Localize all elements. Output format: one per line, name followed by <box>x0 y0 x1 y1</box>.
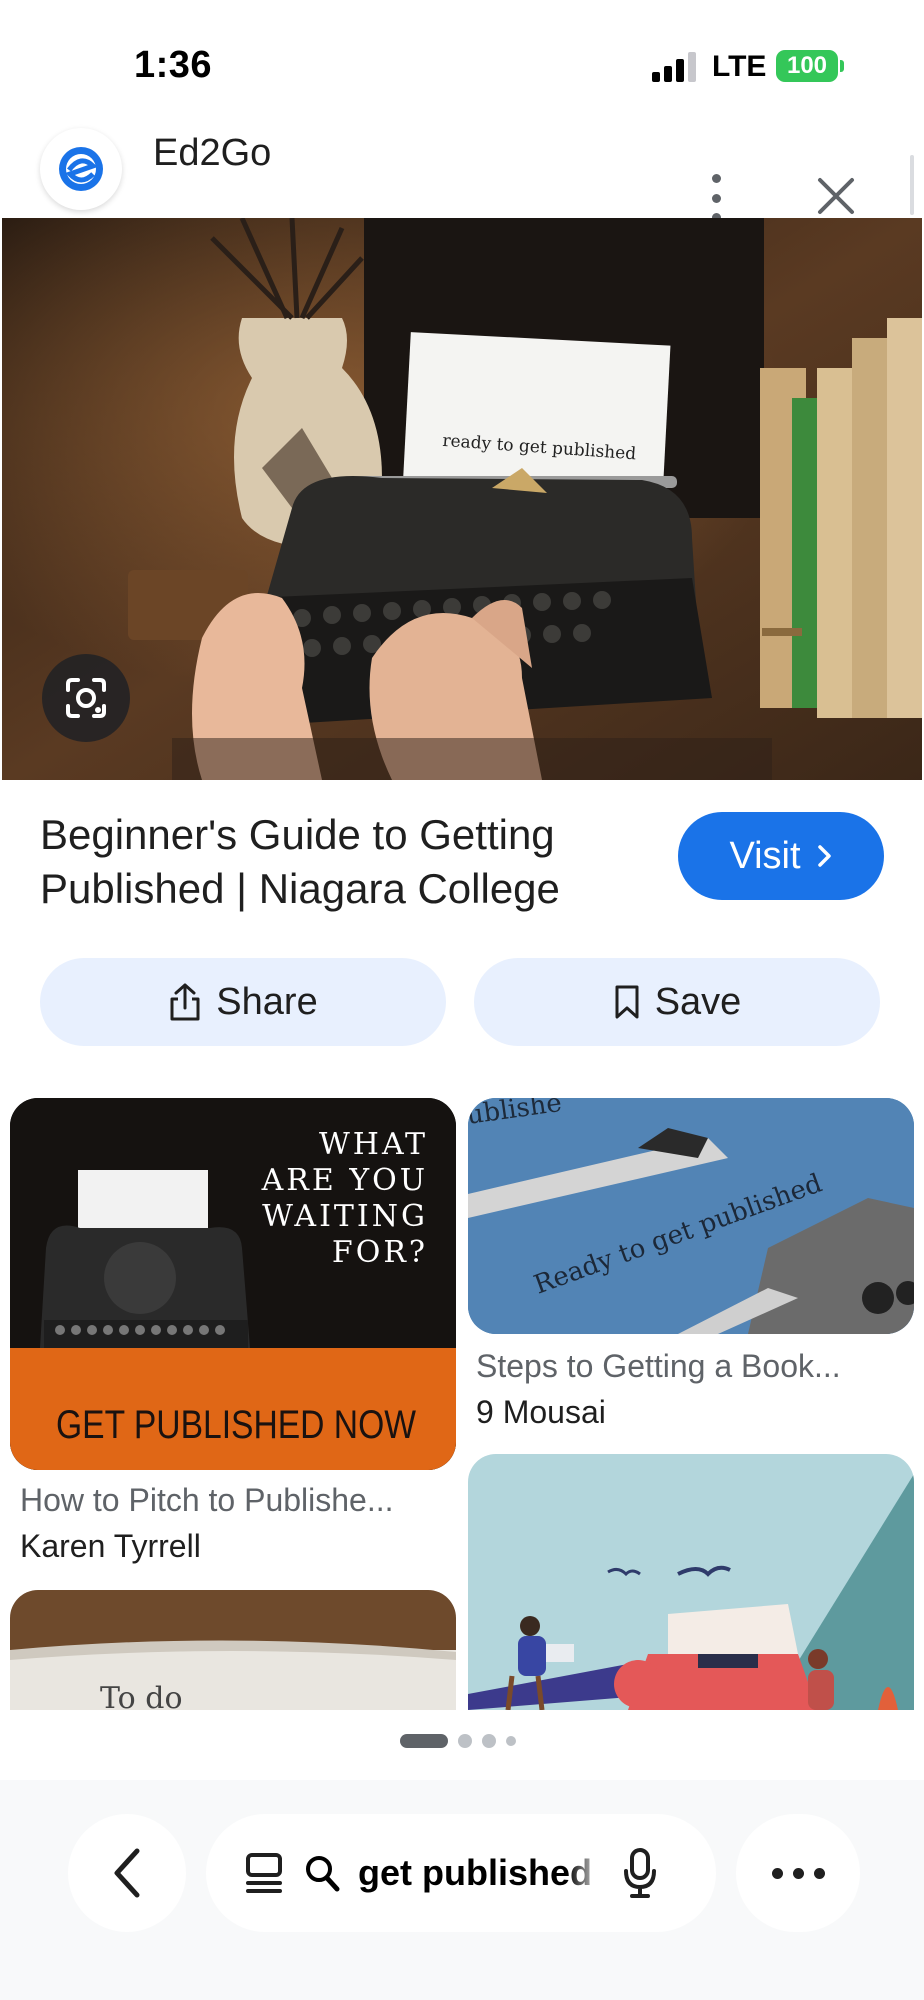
ed2go-logo-icon[interactable] <box>40 128 122 210</box>
poster-line-2: ARE YOU <box>261 1163 428 1198</box>
share-button[interactable]: Share <box>40 958 446 1046</box>
save-button[interactable]: Save <box>474 958 880 1046</box>
page-dot-active[interactable] <box>400 1734 448 1748</box>
battery-indicator: 100 <box>776 50 838 82</box>
poster-line-1: WHAT <box>319 1127 428 1162</box>
battery-cap <box>840 60 844 72</box>
related-title-2[interactable]: Steps to Getting a Book... <box>476 1348 841 1385</box>
poster-line-3: WAITING <box>262 1199 428 1234</box>
page-dot[interactable] <box>506 1736 516 1746</box>
related-source-1[interactable]: Karen Tyrrell <box>20 1528 201 1565</box>
status-bar: 1:36 LTE 100 <box>0 0 924 130</box>
poster-banner: GET PUBLISHED NOW <box>56 1403 416 1447</box>
pagination-dots[interactable] <box>400 1734 516 1748</box>
scrollbar[interactable] <box>910 155 914 215</box>
hero-image[interactable]: ready to get published <box>2 218 922 780</box>
writers-illustration-image <box>468 1454 914 1710</box>
google-lens-button[interactable] <box>42 654 130 742</box>
notebook-text: To do <box>100 1681 183 1710</box>
bottom-toolbar: get published <box>0 1780 924 2000</box>
poster-line-4: FOR? <box>332 1235 428 1270</box>
related-image-3[interactable]: To do <box>10 1590 456 1710</box>
tabs-list-icon[interactable] <box>242 1851 286 1895</box>
share-label: Share <box>216 980 318 1023</box>
related-title-1[interactable]: How to Pitch to Publishe... <box>20 1482 394 1519</box>
share-icon <box>170 983 200 1021</box>
result-title: Beginner's Guide to Getting Published | … <box>40 811 560 912</box>
bookmark-icon <box>615 985 639 1019</box>
page-dot[interactable] <box>482 1734 496 1748</box>
network-type: LTE <box>712 50 767 83</box>
chevron-left-icon <box>114 1848 140 1898</box>
page-dot[interactable] <box>458 1734 472 1748</box>
battery-level: 100 <box>786 52 828 79</box>
source-name[interactable]: Ed2Go <box>153 132 271 175</box>
related-source-2[interactable]: 9 Mousai <box>476 1394 606 1431</box>
microphone-icon[interactable] <box>622 1847 658 1899</box>
visit-button[interactable]: Visit <box>678 812 884 900</box>
close-icon[interactable] <box>810 170 862 222</box>
save-label: Save <box>654 980 742 1023</box>
search-query[interactable]: get published <box>358 1852 604 1894</box>
typewriter-photo: ready to get published <box>2 218 922 780</box>
chevron-right-icon <box>817 845 831 867</box>
typewriter-poster-image: WHAT ARE YOU WAITING FOR? GET PUBLISHED … <box>10 1098 456 1470</box>
related-image-2[interactable]: ublishe Ready to get published <box>468 1098 914 1334</box>
notebook-image: To do <box>10 1590 456 1710</box>
source-header: Ed2Go <box>0 118 924 218</box>
ready-to-publish-image: ublishe Ready to get published <box>468 1098 914 1334</box>
status-time: 1:36 <box>134 44 213 86</box>
related-image-1[interactable]: WHAT ARE YOU WAITING FOR? GET PUBLISHED … <box>10 1098 456 1470</box>
search-bar[interactable]: get published <box>206 1814 716 1932</box>
back-button[interactable] <box>68 1814 186 1932</box>
google-lens-icon <box>66 678 106 718</box>
visit-label: Visit <box>729 834 801 877</box>
search-icon <box>306 1856 340 1892</box>
cellular-signal-icon <box>652 52 696 82</box>
more-menu-button[interactable] <box>736 1814 860 1932</box>
related-image-4[interactable] <box>468 1454 914 1710</box>
